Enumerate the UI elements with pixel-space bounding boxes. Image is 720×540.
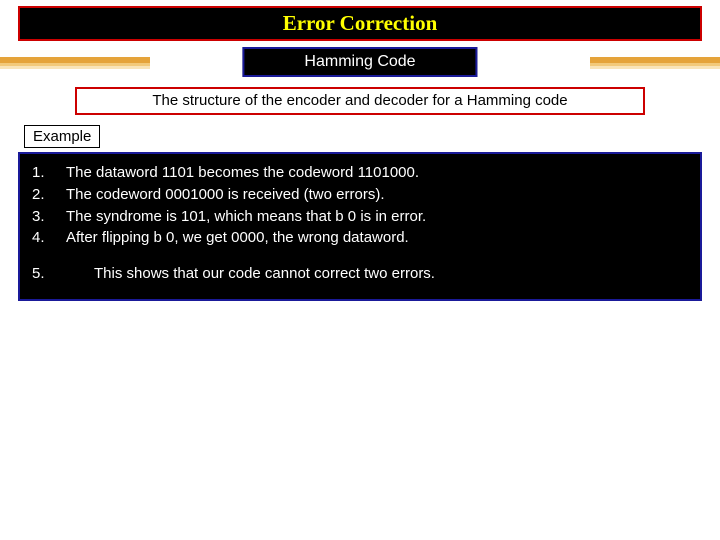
slide: Error Correction Hamming Code The struct… (0, 0, 720, 540)
subtitle-box: Hamming Code (242, 47, 477, 77)
step-number: 3. (32, 206, 66, 228)
step-number: 5. (32, 263, 66, 285)
content-box: 1. The dataword 1101 becomes the codewor… (18, 152, 702, 301)
step-text: The codeword 0001000 is received (two er… (66, 184, 688, 206)
step-row: 5. This shows that our code cannot corre… (32, 263, 688, 285)
step-text: The dataword 1101 becomes the codeword 1… (66, 162, 688, 184)
step-row: 2. The codeword 0001000 is received (two… (32, 184, 688, 206)
step-number: 4. (32, 227, 66, 249)
step-text: This shows that our code cannot correct … (66, 263, 688, 285)
step-number: 2. (32, 184, 66, 206)
decorative-stripe-right (590, 57, 720, 69)
subtitle-text: Hamming Code (304, 53, 415, 70)
step-number: 1. (32, 162, 66, 184)
example-label: Example (24, 125, 100, 148)
step-row: 4. After flipping b 0, we get 0000, the … (32, 227, 688, 249)
step-text: The syndrome is 101, which means that b … (66, 206, 688, 228)
step-text: After flipping b 0, we get 0000, the wro… (66, 227, 688, 249)
description-text: The structure of the encoder and decoder… (152, 92, 567, 109)
step-row: 1. The dataword 1101 becomes the codewor… (32, 162, 688, 184)
decorative-stripe-left (0, 57, 150, 69)
step-row: 3. The syndrome is 101, which means that… (32, 206, 688, 228)
description-box: The structure of the encoder and decoder… (75, 87, 645, 115)
subtitle-row: Hamming Code (0, 47, 720, 81)
title-bar: Error Correction (18, 6, 702, 41)
slide-title: Error Correction (283, 11, 438, 35)
